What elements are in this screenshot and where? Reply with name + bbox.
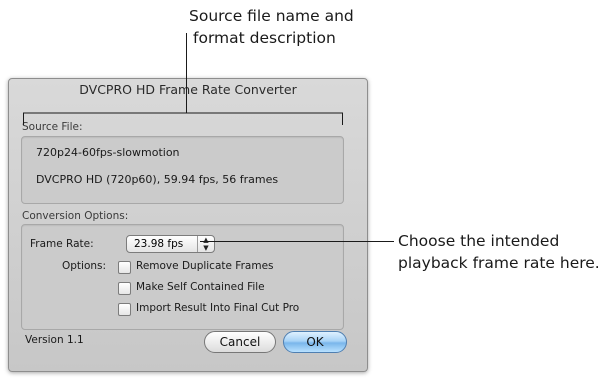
source-bracket xyxy=(23,112,343,125)
callout-leader-lines xyxy=(23,33,394,242)
